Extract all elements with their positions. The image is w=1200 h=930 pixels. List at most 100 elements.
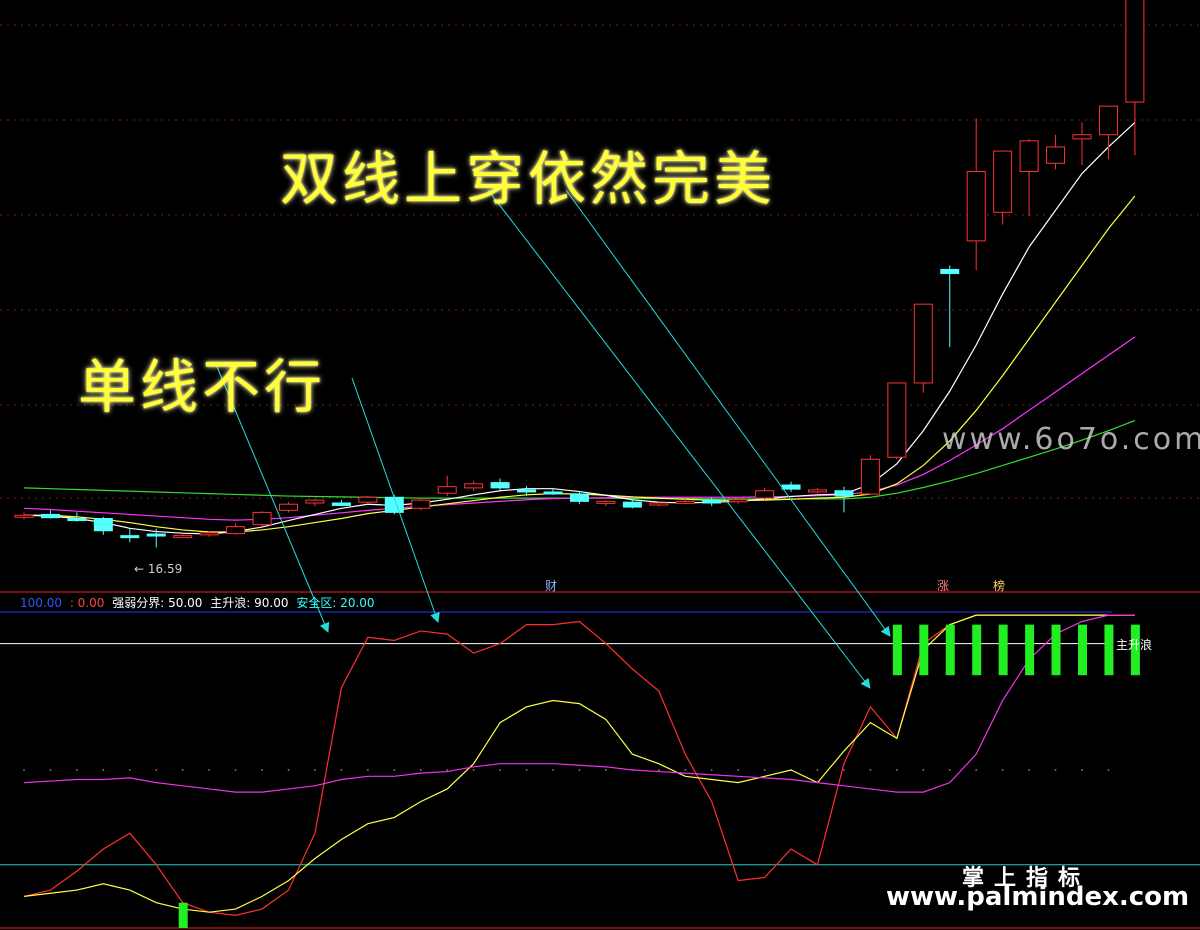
divider-dot [287,769,290,771]
signal-bar [945,624,955,676]
candle-body [517,489,537,493]
divider-dot [76,769,78,771]
divider-dot [102,769,105,771]
candle-body [596,500,616,504]
divider-dot [1028,769,1030,771]
candle-body [1072,134,1092,140]
indicator-header-top-value: 100.00 [20,596,62,610]
watermark-site: www.6o7o.com [942,422,1200,457]
annotation-arrow [565,189,891,637]
indicator-header-strength-divider: 强弱分界: 50.00 [112,596,203,610]
divider-dot [843,769,845,771]
candle-body [1098,105,1118,136]
indicator-header-bottom-value: : 0.00 [69,596,105,610]
signal-bar [1051,624,1061,676]
candle-body [860,458,880,495]
candle-body [966,170,986,242]
divider-dot [234,769,237,771]
candle-body [226,526,246,535]
divider-dot [816,769,819,771]
low-price-value: 16.59 [147,562,183,576]
candle-body [993,150,1013,213]
candle-body [437,486,457,494]
divider-dot [975,769,978,771]
candle-body [834,490,854,497]
divider-dot [605,769,607,771]
divider-dot [314,769,316,771]
signal-bar [892,624,902,676]
candle-body [279,503,298,511]
annotation-arrow [487,189,871,689]
divider-dot [128,769,131,771]
candle-body [305,499,325,504]
candle-body [384,496,404,513]
candle-body [675,500,695,504]
candle-body [1046,146,1066,164]
candle-body [808,489,827,493]
event-tag-rise[interactable]: 涨 [934,577,952,594]
signal-bar [972,624,982,676]
candle-body [14,514,34,518]
divider-dot [895,769,898,771]
candle-body [1125,0,1145,103]
event-tag-finance[interactable]: 财 [542,577,560,594]
divider-dot [446,769,449,771]
candle-body [622,501,642,508]
candle-body [358,496,378,503]
stock-chart-screen: 双线上穿依然完美 单线不行 www.6o7o.com 掌上指标 www.palm… [0,0,1200,930]
divider-dot [922,769,925,771]
candle-body [93,518,113,532]
watermark-url: www.palmindex.com [886,882,1190,912]
candle-body [1019,140,1039,172]
divider-dot [1081,769,1083,771]
divider-dot [737,769,740,771]
divider-dot [1107,769,1110,771]
divider-dot [419,769,422,771]
candle-body [120,535,140,539]
divider-dot [525,769,528,771]
candle-body [490,482,510,489]
divider-dot [499,769,501,771]
candle-body [411,499,431,509]
candle-body [252,511,272,526]
low-price-marker: ← 16.59 [134,562,183,576]
divider-dot [23,769,25,771]
divider-dot [340,769,343,771]
candle-body [781,484,801,490]
signal-bar [1025,624,1035,676]
signal-bar [998,624,1008,676]
divider-dot [869,769,872,771]
event-tag-rank[interactable]: 榜 [990,577,1008,594]
divider-dot [366,769,369,771]
candle-body [887,382,907,458]
candle-body [331,502,351,506]
divider-dot [657,769,660,771]
indicator-header-safe-zone: 安全区: 20.00 [296,596,375,610]
candle-body [199,532,219,536]
divider-dot [552,769,554,771]
candle-body [702,499,722,504]
divider-dot [181,769,184,771]
candle-body [173,535,193,539]
candle-body [755,490,775,499]
candle-body [67,518,87,522]
candle-body [40,513,60,519]
divider-dot [684,769,687,771]
candle-body [464,483,484,489]
divider-dot [1001,769,1004,771]
signal-bar [178,902,188,928]
divider-dot [578,769,581,771]
indicator-header: 100.00 : 0.00 强弱分界: 50.00 主升浪: 90.00 安全区… [20,594,379,611]
candle-body [913,303,933,384]
signal-bar [1104,624,1114,676]
signal-bar [1078,624,1087,676]
candle-body [146,533,166,537]
annotation-single-line: 单线不行 [78,353,327,421]
divider-dot [472,769,475,771]
indicator-header-main-wave: 主升浪: 90.00 [210,596,289,610]
divider-dot [710,769,713,771]
candle-body [569,493,589,502]
candle-body [649,502,669,506]
main-wave-label: 主升浪 [1116,638,1153,652]
divider-dot [948,769,951,771]
